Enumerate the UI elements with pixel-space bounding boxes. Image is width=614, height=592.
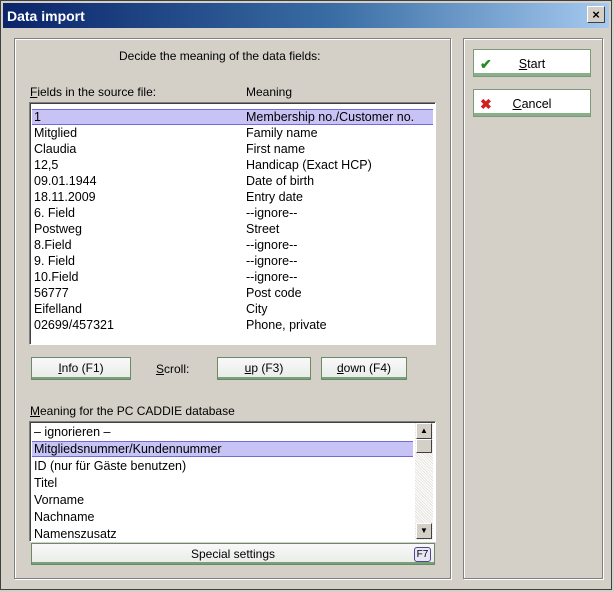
close-icon: × — [592, 7, 600, 22]
meaning-value: --ignore-- — [246, 254, 298, 268]
source-value: 09.01.1944 — [34, 174, 97, 188]
meaning-value: City — [246, 302, 268, 316]
scrollbar-thumb[interactable] — [416, 439, 432, 453]
database-field-option[interactable]: ID (nur für Gäste benutzen) — [32, 458, 413, 474]
field-row[interactable]: 6. Field --ignore-- — [32, 205, 433, 221]
instruction-text: Decide the meaning of the data fields: — [119, 49, 321, 63]
scroll-up-arrow-icon[interactable]: ▲ — [416, 423, 432, 439]
source-value: 9. Field — [34, 254, 75, 268]
meaning-value: Date of birth — [246, 174, 315, 188]
database-field-option[interactable]: Nachname — [32, 509, 413, 525]
title-bar: Data import × — [3, 3, 609, 28]
source-value: 12,5 — [34, 158, 59, 172]
field-row[interactable]: Postweg Street — [32, 221, 433, 237]
source-value: 18.11.2009 — [34, 190, 96, 204]
meaning-value: --ignore-- — [246, 206, 298, 220]
field-row[interactable]: 1 Membership no./Customer no. — [32, 109, 433, 125]
meaning-value: Entry date — [246, 190, 303, 204]
data-import-dialog: Data import × Decide the meaning of the … — [0, 0, 612, 590]
database-field-list[interactable]: ▲ ▼ – ignorieren – Mitgliedsnummer/Kunden… — [29, 421, 436, 542]
database-field-option[interactable]: Vorname — [32, 492, 413, 508]
window-title: Data import — [7, 8, 85, 24]
field-row[interactable]: 12,5 Handicap (Exact HCP) — [32, 157, 433, 173]
f7-key-icon: F7 — [414, 547, 431, 562]
field-row[interactable]: 56777 Post code — [32, 285, 433, 301]
meaning-value: Handicap (Exact HCP) — [246, 158, 372, 172]
field-mapping-list[interactable]: 1 Membership no./Customer no. Mitglied Fami… — [29, 102, 436, 345]
source-value: 10.Field — [34, 270, 79, 284]
meaning-value: Street — [246, 222, 280, 236]
database-meaning-header: Meaning for the PC CADDIE database — [30, 404, 235, 418]
meaning-header: Meaning — [246, 85, 293, 99]
meaning-value: Phone, private — [246, 318, 327, 332]
field-row[interactable]: 09.01.1944 Date of birth — [32, 173, 433, 189]
side-panel — [463, 38, 603, 579]
field-row[interactable]: 10.Field --ignore-- — [32, 269, 433, 285]
database-field-option[interactable]: – ignorieren – — [32, 424, 413, 440]
special-settings-button[interactable]: Special settings F7 — [31, 543, 435, 565]
source-value: Mitglied — [34, 126, 78, 140]
meaning-value: First name — [246, 142, 306, 156]
field-row[interactable]: 02699/457321 Phone, private — [32, 317, 433, 333]
field-row[interactable]: 18.11.2009 Entry date — [32, 189, 433, 205]
close-button[interactable]: × — [587, 6, 605, 23]
field-row[interactable]: 9. Field --ignore-- — [32, 253, 433, 269]
database-field-option[interactable]: Titel — [32, 475, 413, 491]
meaning-value: Post code — [246, 286, 302, 300]
start-button[interactable]: ✔ Start — [473, 49, 591, 77]
meaning-value: Membership no./Customer no. — [246, 110, 415, 124]
source-value: 8.Field — [34, 238, 72, 252]
source-value: Postweg — [34, 222, 82, 236]
database-list-scrollbar[interactable]: ▲ ▼ — [415, 423, 433, 540]
field-row[interactable]: 8.Field --ignore-- — [32, 237, 433, 253]
source-value: 56777 — [34, 286, 69, 300]
meaning-value: --ignore-- — [246, 238, 298, 252]
source-value: 1 — [34, 110, 41, 124]
source-value: 02699/457321 — [34, 318, 114, 332]
field-row[interactable]: Mitglied Family name — [32, 125, 433, 141]
field-row[interactable]: Claudia First name — [32, 141, 433, 157]
meaning-value: --ignore-- — [246, 270, 298, 284]
database-field-option[interactable]: Namenszusatz — [32, 526, 413, 542]
source-fields-header: Fields in the source file: — [30, 85, 157, 99]
cancel-button[interactable]: ✖ Cancel — [473, 89, 591, 117]
field-row[interactable]: Eifelland City — [32, 301, 433, 317]
source-value: Claudia — [34, 142, 77, 156]
source-value: 6. Field — [34, 206, 75, 220]
scroll-label: Scroll: — [156, 362, 190, 376]
source-value: Eifelland — [34, 302, 82, 316]
meaning-value: Family name — [246, 126, 318, 140]
info-button[interactable]: Info (F1) — [31, 357, 131, 380]
scroll-down-arrow-icon[interactable]: ▼ — [416, 523, 432, 539]
scroll-up-button[interactable]: up (F3) — [217, 357, 311, 380]
scroll-down-button[interactable]: down (F4) — [321, 357, 407, 380]
database-field-option[interactable]: Mitgliedsnummer/Kundennummer — [32, 441, 413, 457]
